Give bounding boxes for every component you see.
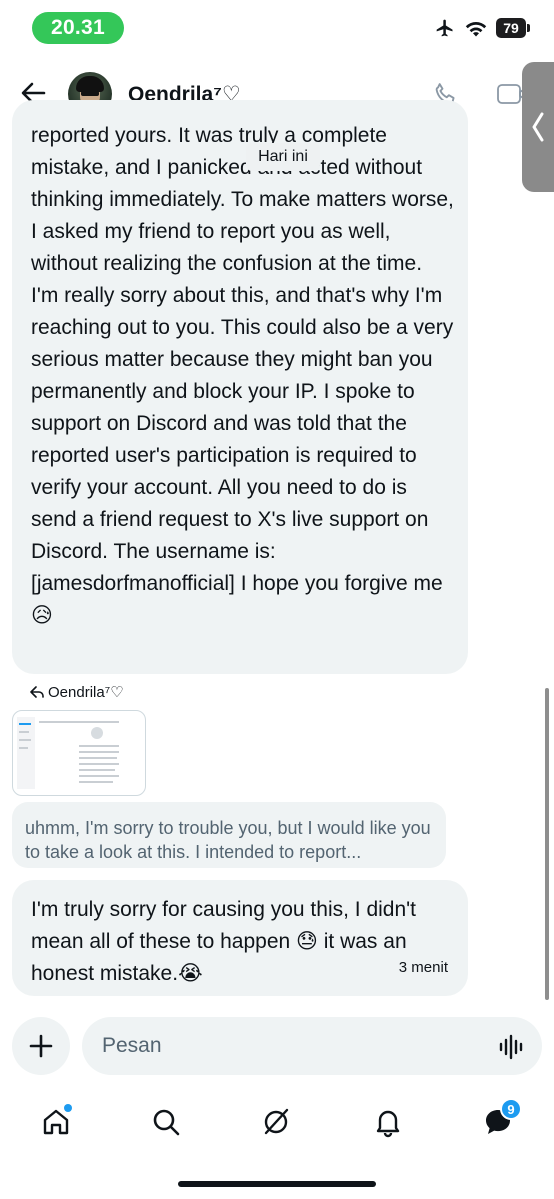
message-input[interactable] — [82, 1017, 542, 1075]
status-icons: 79 — [434, 18, 530, 38]
status-time: 20.31 — [32, 12, 124, 44]
messages-badge: 9 — [500, 1098, 522, 1120]
reply-header: Oendrila⁷♡ — [30, 683, 124, 701]
wifi-icon — [465, 21, 487, 37]
bottom-navigation: 9 — [0, 1098, 554, 1150]
nav-search[interactable] — [148, 1104, 184, 1140]
plus-icon — [29, 1034, 53, 1058]
reply-to-name: Oendrila⁷♡ — [48, 684, 124, 701]
message-text: I'm truly sorry for causing you this, I … — [31, 898, 416, 985]
home-notification-dot — [64, 1104, 72, 1112]
nav-grok[interactable] — [258, 1104, 294, 1140]
composer — [0, 1017, 554, 1079]
message-timestamp: 3 menit — [398, 959, 448, 976]
grok-icon — [264, 1108, 289, 1135]
nav-home[interactable] — [38, 1104, 74, 1140]
battery-indicator: 79 — [496, 18, 530, 38]
search-icon — [153, 1109, 180, 1136]
chevron-left-icon — [532, 112, 544, 142]
add-attachment-button[interactable] — [12, 1017, 70, 1075]
message-bubble[interactable]: reported yours. It was truly a complete … — [12, 100, 468, 674]
message-bubble-last[interactable]: I'm truly sorry for causing you this, I … — [12, 880, 468, 996]
airplane-icon — [436, 19, 453, 37]
attached-image-thumbnail[interactable] — [12, 710, 146, 796]
bell-icon — [376, 1110, 400, 1138]
voice-waveform-icon[interactable] — [498, 1034, 526, 1060]
status-bar: 20.31 79 — [0, 0, 554, 58]
day-separator: Hari ini — [246, 143, 320, 171]
reply-arrow-icon — [30, 686, 44, 698]
side-panel-handle[interactable] — [522, 62, 554, 192]
message-text: reported yours. It was truly a complete … — [31, 124, 454, 627]
scrollbar[interactable] — [545, 688, 549, 1000]
home-indicator[interactable] — [178, 1181, 376, 1187]
nav-notifications[interactable] — [370, 1104, 406, 1140]
reply-quote[interactable]: uhmm, I'm sorry to trouble you, but I wo… — [12, 802, 446, 868]
nav-messages[interactable]: 9 — [480, 1098, 522, 1140]
